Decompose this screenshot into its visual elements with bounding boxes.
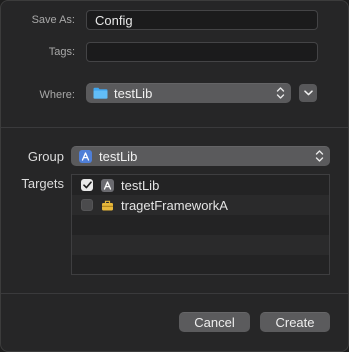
up-down-chevron-icon bbox=[315, 150, 324, 162]
save-as-field[interactable]: Config bbox=[86, 10, 318, 30]
folder-icon bbox=[93, 87, 108, 99]
group-label: Group bbox=[27, 149, 64, 164]
target-row[interactable]: testLib bbox=[72, 175, 329, 195]
targets-list: testLib tragetFrameworkA bbox=[71, 174, 330, 275]
save-dialog: Save As: Config Tags: Where: testLib Gro… bbox=[0, 0, 349, 352]
up-down-chevron-icon bbox=[276, 87, 285, 99]
where-label: Where: bbox=[39, 89, 75, 101]
target-checkbox-checked[interactable] bbox=[81, 179, 93, 191]
targets-label: Targets bbox=[21, 176, 64, 191]
target-row[interactable]: tragetFrameworkA bbox=[72, 195, 329, 215]
group-popup[interactable]: testLib bbox=[71, 146, 330, 166]
tags-field[interactable] bbox=[86, 42, 318, 62]
section-divider bbox=[1, 127, 348, 128]
cancel-button[interactable]: Cancel bbox=[179, 312, 250, 332]
empty-row bbox=[72, 255, 329, 275]
app-target-icon bbox=[101, 178, 114, 192]
chevron-down-icon bbox=[303, 90, 313, 96]
footer-divider bbox=[1, 293, 348, 294]
framework-toolbox-icon bbox=[101, 199, 114, 212]
tags-label: Tags: bbox=[48, 46, 75, 58]
where-popup[interactable]: testLib bbox=[86, 83, 291, 103]
empty-row bbox=[72, 215, 329, 235]
expand-browser-button[interactable] bbox=[299, 84, 317, 102]
target-label: testLib bbox=[121, 177, 160, 193]
where-popup-value: testLib bbox=[114, 85, 153, 101]
app-target-icon bbox=[79, 149, 92, 163]
target-checkbox-unchecked[interactable] bbox=[81, 199, 93, 211]
empty-row bbox=[72, 235, 329, 255]
create-button[interactable]: Create bbox=[260, 312, 330, 332]
save-as-label: Save As: bbox=[31, 14, 75, 26]
group-popup-value: testLib bbox=[99, 148, 138, 164]
target-label: tragetFrameworkA bbox=[121, 197, 228, 213]
checkmark-icon bbox=[82, 181, 92, 189]
